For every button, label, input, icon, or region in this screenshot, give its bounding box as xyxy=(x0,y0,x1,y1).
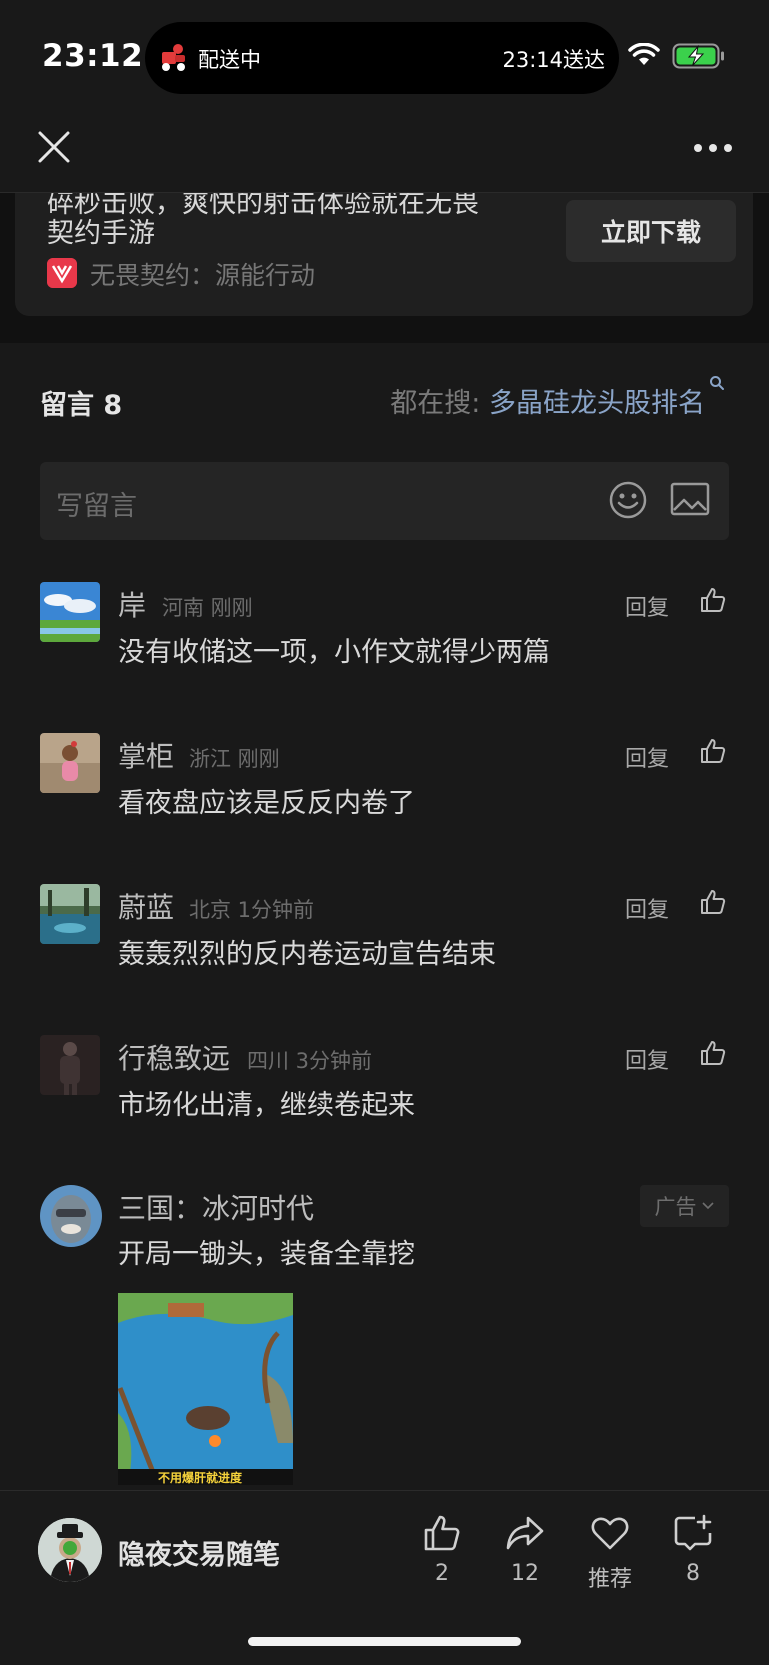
bottom-action-bar: 隐夜交易随笔 2 12 推荐 8 xyxy=(0,1490,769,1665)
trending-search-keyword[interactable]: 多晶硅龙头股排名 xyxy=(489,388,705,419)
more-options-icon[interactable] xyxy=(693,142,733,154)
thumbs-up-icon[interactable] xyxy=(699,888,727,916)
avatar[interactable] xyxy=(40,733,100,793)
comment-count: 8 xyxy=(686,1561,700,1586)
ad-text: 契约手游 xyxy=(47,218,155,249)
comment-meta: 北京 1分钟前 xyxy=(189,898,315,922)
comment-author[interactable]: 岸 xyxy=(118,584,146,624)
reply-button[interactable]: 回复 xyxy=(625,892,669,924)
like-count: 2 xyxy=(435,1561,449,1586)
avatar[interactable] xyxy=(40,884,100,944)
thumbs-up-icon[interactable] xyxy=(699,1039,727,1067)
share-count: 12 xyxy=(511,1561,539,1586)
comment-item: 岸 河南 刚刚 没有收储这一项，小作文就得少两篇 回复 xyxy=(0,582,769,702)
share-icon xyxy=(506,1516,544,1550)
comment-author[interactable]: 掌柜 xyxy=(118,735,174,775)
comment-author[interactable]: 行稳致远 xyxy=(118,1037,230,1077)
thumbs-up-icon xyxy=(424,1515,460,1551)
ad-image-caption: 不用爆肝就进度 xyxy=(158,1470,243,1485)
author-avatar[interactable] xyxy=(38,1518,102,1582)
ad-brand-name: 无畏契约：源能行动 xyxy=(90,261,316,290)
ad-badge[interactable]: 广告 xyxy=(640,1185,729,1227)
comment-meta: 河南 刚刚 xyxy=(162,596,253,620)
thumbs-up-icon[interactable] xyxy=(699,737,727,765)
comment-text: 没有收储这一项，小作文就得少两篇 xyxy=(118,637,550,668)
close-icon[interactable] xyxy=(36,129,72,165)
reply-button[interactable]: 回复 xyxy=(625,1043,669,1075)
delivery-live-activity[interactable]: 配送中 23:14送达 xyxy=(145,22,619,94)
battery-charging-icon xyxy=(672,43,724,69)
top-nav-bar xyxy=(0,115,769,193)
ad-comment-item: 三国：冰河时代 开局一锄头，装备全靠挖 广告 不用爆肝就进度 xyxy=(0,1185,769,1490)
delivery-rider-icon xyxy=(162,44,185,71)
write-comment-placeholder: 写留言 xyxy=(56,491,137,522)
comment-text: 轰轰烈烈的反内卷运动宣告结束 xyxy=(118,939,496,970)
comment-item: 掌柜 浙江 刚刚 看夜盘应该是反反内卷了 回复 xyxy=(0,733,769,853)
delivery-status-label: 配送中 xyxy=(198,48,261,72)
trending-search[interactable]: 都在搜: 多晶硅龙头股排名 xyxy=(390,376,725,420)
avatar[interactable] xyxy=(40,582,100,642)
comment-meta: 浙江 刚刚 xyxy=(189,747,280,771)
comments-count-title: 留言 8 xyxy=(40,390,123,421)
ad-card-section: 碎秒击败，爽快的射击体验就在无畏 契约手游 无畏契约：源能行动 立即下载 xyxy=(0,193,769,343)
ad-author[interactable]: 三国：冰河时代 xyxy=(118,1187,314,1227)
comment-text: 看夜盘应该是反反内卷了 xyxy=(118,788,415,819)
trending-search-prefix: 都在搜: xyxy=(390,388,481,419)
reply-button[interactable]: 回复 xyxy=(625,590,669,622)
thumbs-up-icon[interactable] xyxy=(699,586,727,614)
ad-card[interactable]: 碎秒击败，爽快的射击体验就在无畏 契约手游 无畏契约：源能行动 立即下载 xyxy=(15,193,753,316)
avatar[interactable] xyxy=(40,1035,100,1095)
heart-icon xyxy=(591,1517,629,1550)
brand-logo-icon xyxy=(47,258,77,288)
image-icon[interactable] xyxy=(670,482,710,516)
comment-item: 蔚蓝 北京 1分钟前 轰轰烈烈的反内卷运动宣告结束 回复 xyxy=(0,884,769,1004)
home-indicator[interactable] xyxy=(248,1637,521,1646)
wifi-icon xyxy=(628,43,660,65)
write-comment-input[interactable]: 写留言 xyxy=(40,462,729,540)
comment-add-icon xyxy=(674,1514,712,1551)
status-time: 23:12 xyxy=(42,38,144,74)
share-action[interactable]: 12 xyxy=(490,1513,560,1586)
comment-text: 市场化出清，继续卷起来 xyxy=(118,1090,415,1121)
search-icon xyxy=(710,376,724,390)
comment-action[interactable]: 8 xyxy=(658,1513,728,1586)
chevron-down-icon xyxy=(701,1202,714,1210)
avatar[interactable] xyxy=(40,1185,102,1247)
comment-meta: 四川 3分钟前 xyxy=(247,1049,373,1073)
ad-badge-label: 广告 xyxy=(654,1195,697,1219)
status-bar: 23:12 配送中 23:14送达 xyxy=(0,0,769,115)
download-button[interactable]: 立即下载 xyxy=(566,200,736,262)
like-action[interactable]: 2 xyxy=(407,1513,477,1586)
recommend-action[interactable]: 推荐 xyxy=(575,1513,645,1593)
emoji-icon[interactable] xyxy=(608,480,648,520)
author-name[interactable]: 隐夜交易随笔 xyxy=(118,1533,280,1572)
ad-comment-text: 开局一锄头，装备全靠挖 xyxy=(118,1239,415,1270)
comment-author[interactable]: 蔚蓝 xyxy=(118,886,174,926)
recommend-label: 推荐 xyxy=(587,1567,632,1592)
ad-game-image[interactable]: 不用爆肝就进度 xyxy=(118,1293,293,1485)
reply-button[interactable]: 回复 xyxy=(625,741,669,773)
delivery-eta: 23:14送达 xyxy=(502,48,605,72)
comment-item: 行稳致远 四川 3分钟前 市场化出清，继续卷起来 回复 xyxy=(0,1035,769,1155)
